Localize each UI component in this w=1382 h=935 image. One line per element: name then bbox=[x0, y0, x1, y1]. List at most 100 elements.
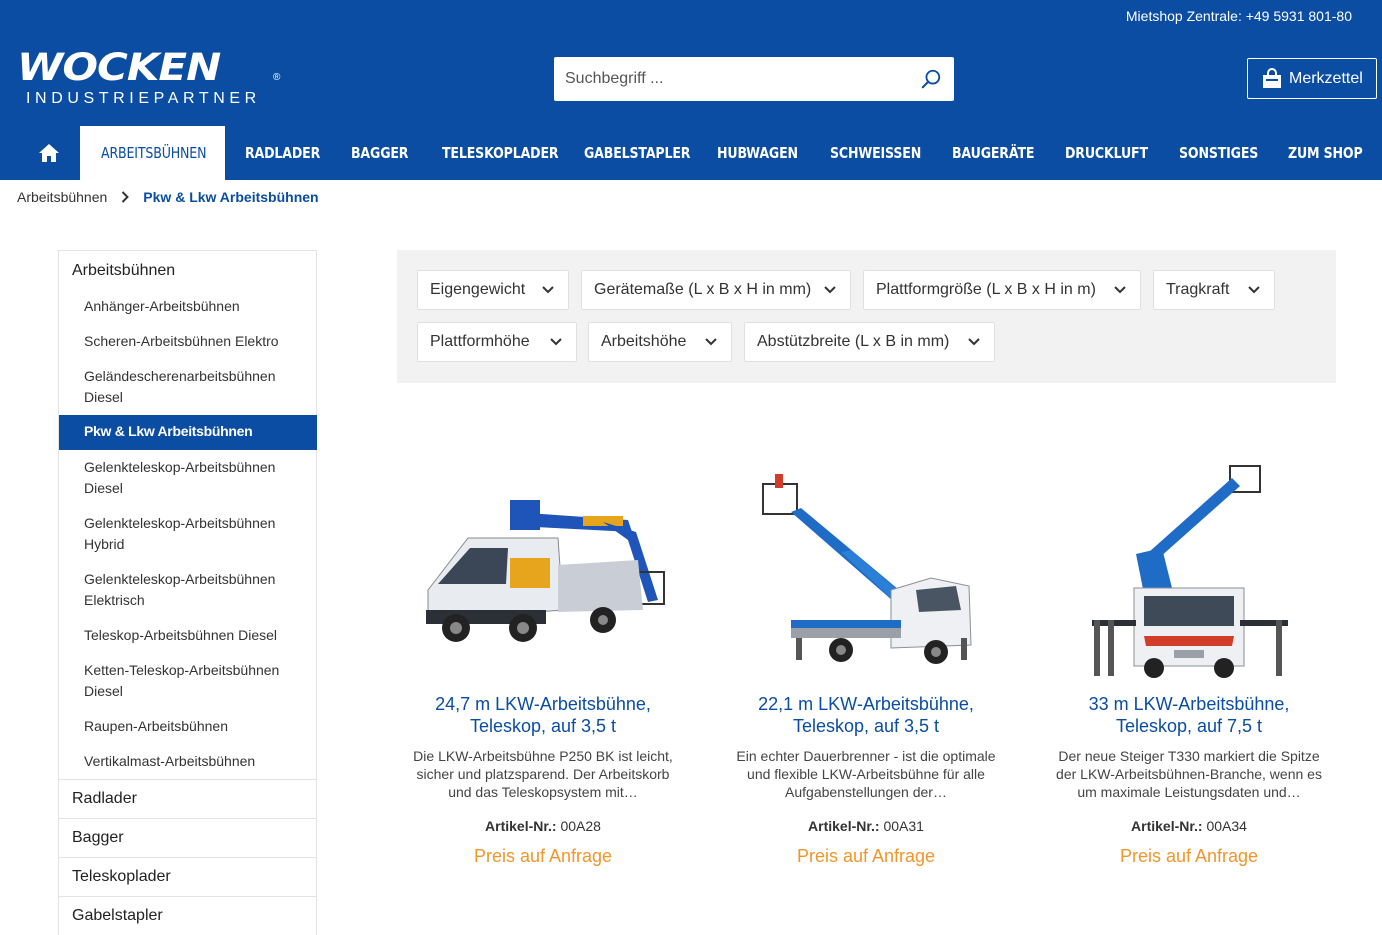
nav-item-druckluft[interactable]: DRUCKLUFT bbox=[1065, 126, 1148, 180]
product-title-line: 33 m LKW-Arbeitsbühne, bbox=[1088, 694, 1290, 714]
filter-tragkraft[interactable]: Tragkraft bbox=[1153, 270, 1275, 310]
merkzettel-button[interactable]: Merkzettel bbox=[1247, 58, 1377, 99]
article-label: Artikel-Nr.: bbox=[1131, 818, 1203, 834]
sidebar-item-scheren-elektro[interactable]: Scheren-Arbeitsbühnen Elektro bbox=[84, 331, 309, 352]
article-value: 00A31 bbox=[883, 818, 924, 834]
chevron-down-icon bbox=[824, 286, 836, 294]
search-box bbox=[554, 57, 954, 101]
sidebar-item-gelaendescheren-diesel[interactable]: Geländescherenarbeitsbühnen Diesel bbox=[84, 366, 309, 408]
filter-plattformgroesse[interactable]: Plattformgröße (L x B x H in m) bbox=[863, 270, 1141, 310]
sidebar-item-gelenkteleskop-hybrid[interactable]: Gelenkteleskop-Arbeitsbühnen Hybrid bbox=[84, 513, 309, 555]
site-header: Mietshop Zentrale: +49 5931 801-80 WOCKE… bbox=[0, 0, 1382, 180]
product-title[interactable]: 24,7 m LKW-Arbeitsbühne, Teleskop, auf 3… bbox=[398, 693, 688, 737]
product-desc-line: Der neue Steiger T330 markiert die Spitz… bbox=[1058, 748, 1320, 764]
sidebar-item-anhaenger[interactable]: Anhänger-Arbeitsbühnen bbox=[84, 296, 309, 317]
nav-item-sonstiges[interactable]: SONSTIGES bbox=[1179, 126, 1258, 180]
filter-label: Plattformgröße (L x B x H in m) bbox=[876, 281, 1096, 298]
nav-item-schweissen[interactable]: SCHWEISSEN bbox=[830, 126, 921, 180]
nav-item-radlader[interactable]: RADLADER bbox=[245, 126, 320, 180]
product-price: Preis auf Anfrage bbox=[473, 846, 613, 866]
nav-item-baugeraete[interactable]: BAUGERÄTE bbox=[952, 126, 1034, 180]
chevron-right-icon bbox=[122, 191, 130, 203]
product-desc-line: und flexible LKW-Arbeitsbühne für alle bbox=[747, 766, 985, 782]
sidebar-heading[interactable]: Arbeitsbühnen bbox=[72, 262, 175, 280]
nav-item-bagger[interactable]: BAGGER bbox=[351, 126, 409, 180]
product-price: Preis auf Anfrage bbox=[1119, 846, 1259, 866]
breadcrumb-root[interactable]: Arbeitsbühnen bbox=[17, 189, 107, 205]
article-value: 00A34 bbox=[1206, 818, 1247, 834]
search-input[interactable] bbox=[554, 57, 904, 101]
sidebar-category-teleskoplader[interactable]: Teleskoplader bbox=[59, 857, 317, 896]
filter-plattformhoehe[interactable]: Plattformhöhe bbox=[417, 322, 577, 362]
article-label: Artikel-Nr.: bbox=[485, 818, 557, 834]
product-desc-line: sicher und platzsparend. Der Arbeitskorb bbox=[416, 766, 670, 782]
chevron-down-icon bbox=[1114, 286, 1126, 294]
sidebar-category-label: Gabelstapler bbox=[72, 907, 163, 924]
sidebar-item-gelenkteleskop-elektrisch[interactable]: Gelenkteleskop-Arbeitsbühnen Elektrisch bbox=[84, 569, 309, 611]
product-desc-line: der LKW-Arbeitsbühnen-Branche, wenn es bbox=[1056, 766, 1322, 782]
nav-item-zum-shop[interactable]: ZUM SHOP bbox=[1288, 126, 1363, 180]
nav-item-gabelstapler[interactable]: GABELSTAPLER bbox=[584, 126, 691, 180]
sidebar-item-pkw-lkw[interactable]: Pkw & Lkw Arbeitsbühnen bbox=[59, 415, 317, 450]
search-icon[interactable] bbox=[920, 68, 942, 90]
product-desc-line: um maximale Leistungsdaten und… bbox=[1077, 784, 1301, 800]
product-image-man-truck-lift[interactable] bbox=[1044, 460, 1334, 680]
filter-label: Plattformhöhe bbox=[430, 333, 530, 350]
filter-panel: Eigengewicht Gerätemaße (L x B x H in mm… bbox=[397, 250, 1336, 383]
product-description: Die LKW-Arbeitsbühne P250 BK ist leicht,… bbox=[398, 747, 688, 801]
breadcrumb-current[interactable]: Pkw & Lkw Arbeitsbühnen bbox=[143, 189, 318, 205]
sidebar-category-bagger[interactable]: Bagger bbox=[59, 818, 317, 857]
nav-home[interactable] bbox=[28, 126, 70, 180]
product-title-line: Teleskop, auf 3,5 t bbox=[469, 716, 617, 736]
nav-item-teleskoplader[interactable]: TELESKOPLADER bbox=[442, 126, 559, 180]
filter-geraetemasse[interactable]: Gerätemaße (L x B x H in mm) bbox=[581, 270, 851, 310]
chevron-down-icon bbox=[705, 338, 717, 346]
filter-arbeitshoehe[interactable]: Arbeitshöhe bbox=[588, 322, 732, 362]
product-description: Ein echter Dauerbrenner - ist die optima… bbox=[721, 747, 1011, 801]
chevron-down-icon bbox=[1248, 286, 1260, 294]
sidebar-item-ketten-teleskop-diesel[interactable]: Ketten-Teleskop-Arbeitsbühnen Diesel bbox=[84, 660, 309, 702]
filter-label: Tragkraft bbox=[1166, 281, 1230, 298]
logo-registered-mark: ® bbox=[273, 72, 281, 83]
filter-eigengewicht[interactable]: Eigengewicht bbox=[417, 270, 569, 310]
sidebar-category-gabelstapler[interactable]: Gabelstapler bbox=[59, 896, 317, 935]
sidebar-category-label: Bagger bbox=[72, 829, 124, 846]
product-article-number: Artikel-Nr.: 00A28 bbox=[398, 818, 688, 834]
product-title[interactable]: 33 m LKW-Arbeitsbühne, Teleskop, auf 7,5… bbox=[1044, 693, 1334, 737]
product-title-line: 24,7 m LKW-Arbeitsbühne, bbox=[435, 694, 651, 714]
filter-label: Eigengewicht bbox=[430, 281, 526, 298]
chevron-down-icon bbox=[542, 286, 554, 294]
wocken-logo[interactable]: WOCKEN ® INDUSTRIEPARTNER bbox=[17, 45, 287, 110]
logo-subline: INDUSTRIEPARTNER bbox=[26, 90, 261, 107]
filter-abstuetzbreite[interactable]: Abstützbreite (L x B in mm) bbox=[744, 322, 995, 362]
article-value: 00A28 bbox=[560, 818, 601, 834]
sidebar-item-teleskop-diesel[interactable]: Teleskop-Arbeitsbühnen Diesel bbox=[84, 625, 309, 646]
shopping-bag-icon bbox=[1263, 68, 1281, 88]
product-desc-line: Aufgabenstellungen der… bbox=[785, 784, 947, 800]
nav-item-arbeitsbuehnen[interactable]: ARBEITSBÜHNEN bbox=[101, 126, 207, 180]
product-desc-line: Ein echter Dauerbrenner - ist die optima… bbox=[736, 748, 996, 764]
sidebar-item-raupen[interactable]: Raupen-Arbeitsbühnen bbox=[84, 716, 309, 737]
product-title[interactable]: 22,1 m LKW-Arbeitsbühne, Teleskop, auf 3… bbox=[721, 693, 1011, 737]
sidebar-item-gelenkteleskop-diesel[interactable]: Gelenkteleskop-Arbeitsbühnen Diesel bbox=[84, 457, 309, 499]
product-desc-line: und das Teleskopsystem mit… bbox=[448, 784, 638, 800]
hotline-text[interactable]: Mietshop Zentrale: +49 5931 801-80 bbox=[1126, 8, 1352, 24]
product-image-van-lift[interactable] bbox=[398, 460, 688, 680]
filter-label: Arbeitshöhe bbox=[601, 333, 687, 350]
nav-item-hubwagen[interactable]: HUBWAGEN bbox=[717, 126, 798, 180]
home-icon bbox=[39, 144, 59, 162]
sidebar-item-vertikalmast[interactable]: Vertikalmast-Arbeitsbühnen bbox=[84, 751, 309, 772]
product-article-number: Artikel-Nr.: 00A31 bbox=[721, 818, 1011, 834]
product-price: Preis auf Anfrage bbox=[796, 846, 936, 866]
product-image-truck-lift[interactable] bbox=[721, 460, 1011, 680]
category-sidebar: Arbeitsbühnen Anhänger-Arbeitsbühnen Sch… bbox=[58, 250, 317, 935]
article-label: Artikel-Nr.: bbox=[808, 818, 880, 834]
logo-wordmark: WOCKEN bbox=[17, 45, 221, 89]
product-description: Der neue Steiger T330 markiert die Spitz… bbox=[1044, 747, 1334, 801]
chevron-down-icon bbox=[968, 338, 980, 346]
product-article-number: Artikel-Nr.: 00A34 bbox=[1044, 818, 1334, 834]
main-nav: ARBEITSBÜHNEN RADLADER BAGGER TELESKOPLA… bbox=[0, 126, 1382, 180]
product-desc-line: Die LKW-Arbeitsbühne P250 BK ist leicht, bbox=[413, 748, 673, 764]
breadcrumb: Arbeitsbühnen Pkw & Lkw Arbeitsbühnen bbox=[17, 189, 319, 205]
sidebar-category-radlader[interactable]: Radlader bbox=[59, 779, 317, 818]
